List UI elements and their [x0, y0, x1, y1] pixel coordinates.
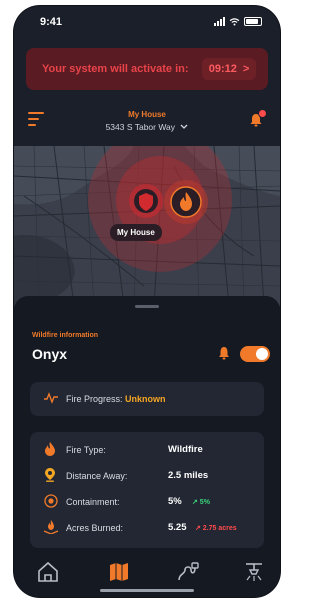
activation-alert[interactable]: Your system will activate in: 09:12 >	[26, 48, 268, 90]
hose-icon	[178, 562, 199, 581]
countdown-timer[interactable]: 09:12 >	[202, 58, 256, 80]
chevron-right-icon: >	[242, 63, 250, 75]
notifications-button[interactable]	[248, 109, 267, 128]
notification-badge	[258, 109, 267, 118]
alerts-toggle[interactable]	[240, 346, 270, 362]
detail-value: 5.25	[168, 522, 187, 533]
detail-key: Fire Type:	[66, 445, 106, 455]
fire-progress-card: Fire Progress: Unknown	[30, 382, 264, 416]
fire-details-card: Fire Type: Wildfire Distance Away: 2.5 m…	[30, 432, 264, 548]
fire-map[interactable]: My House	[14, 146, 280, 306]
pulse-icon	[44, 392, 58, 404]
detail-row-distance: Distance Away: 2.5 miles	[30, 464, 264, 488]
map-icon	[110, 563, 128, 581]
map-marker-label: My House	[110, 224, 162, 241]
fire-progress-label: Fire Progress:	[66, 394, 123, 404]
nav-sprinkler[interactable]	[242, 560, 266, 584]
countdown-value: 09:12	[208, 63, 237, 75]
acres-delta: ↗ 2.75 acres	[195, 525, 237, 532]
sprinkler-icon	[246, 563, 262, 581]
signal-icon	[214, 17, 225, 26]
wifi-icon	[229, 17, 240, 25]
wildfire-bottom-sheet: Wildfire information Onyx Fire Progress:…	[14, 296, 280, 597]
nav-home[interactable]	[36, 560, 60, 584]
detail-key: Containment:	[66, 497, 120, 507]
status-icons	[214, 17, 262, 26]
section-label: Wildfire information	[32, 332, 99, 339]
battery-icon	[244, 17, 262, 26]
alert-message: Your system will activate in:	[42, 63, 189, 75]
alert-bell-icon	[219, 347, 229, 360]
detail-value: 5%	[168, 496, 182, 507]
home-title: My House	[128, 110, 166, 119]
flame-icon	[45, 442, 55, 456]
fire-progress-value: Unknown	[125, 394, 166, 404]
detail-key: Distance Away:	[66, 471, 128, 481]
home-icon	[38, 561, 58, 582]
address-selector[interactable]: 5343 S Tabor Way	[14, 122, 280, 132]
location-pin-icon	[45, 468, 55, 482]
fire-name: Onyx	[32, 346, 68, 362]
phone-screen: 9:41 Your system will activate in: 09:12…	[14, 6, 280, 597]
address-text: 5343 S Tabor Way	[105, 122, 176, 132]
detail-row-fire-type: Fire Type: Wildfire	[30, 438, 264, 462]
detail-row-containment: Containment: 5% ↗ 5%	[30, 490, 264, 514]
acres-burned-icon	[44, 520, 58, 534]
home-indicator	[100, 589, 194, 592]
nav-hose[interactable]	[175, 560, 199, 584]
containment-delta: ↗ 5%	[192, 499, 210, 506]
detail-key: Acres Burned:	[66, 523, 124, 533]
detail-value: 2.5 miles	[168, 470, 209, 481]
toggle-knob	[256, 348, 268, 360]
sheet-drag-handle[interactable]	[135, 305, 159, 308]
containment-icon	[44, 494, 58, 508]
nav-map[interactable]	[107, 560, 131, 584]
location-header: My House 5343 S Tabor Way	[14, 102, 280, 142]
detail-value: Wildfire	[168, 444, 203, 455]
chevron-down-icon	[180, 124, 188, 129]
fire-progress-text: Fire Progress: Unknown	[66, 394, 166, 404]
detail-row-acres: Acres Burned: 5.25 ↗ 2.75 acres	[30, 516, 264, 540]
status-bar: 9:41	[14, 6, 280, 34]
status-time: 9:41	[40, 16, 63, 28]
